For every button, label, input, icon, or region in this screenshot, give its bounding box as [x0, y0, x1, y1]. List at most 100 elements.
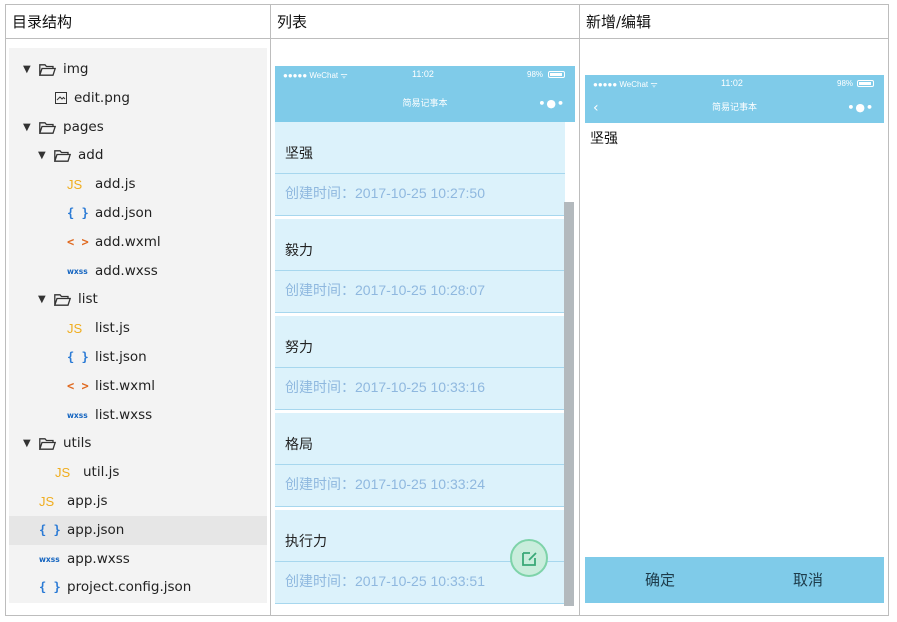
expand-arrow-icon[interactable]: ▼: [23, 429, 31, 458]
note-created-time: 创建时间：2017-10-25 10:33:51: [285, 573, 485, 589]
tree-item[interactable]: ▼ list: [9, 285, 267, 314]
nav-bar: 简易记事本 •●•: [275, 90, 575, 118]
tree-item[interactable]: { } app.json: [9, 515, 267, 545]
tree-item[interactable]: < > list.wxml: [9, 372, 267, 401]
folder-icon: [39, 438, 56, 451]
back-button[interactable]: ‹: [593, 94, 599, 122]
note-item-divider: [275, 464, 565, 465]
add-note-button[interactable]: [510, 539, 548, 577]
note-created-time: 创建时间：2017-10-25 10:28:07: [285, 282, 485, 298]
note-created-time: 创建时间：2017-10-25 10:33:16: [285, 379, 485, 395]
tree-item[interactable]: < > add.wxml: [9, 228, 267, 257]
more-menu-button[interactable]: •●•: [538, 90, 565, 118]
tree-item[interactable]: JS app.js: [9, 487, 267, 516]
tree-item[interactable]: ▼ img: [9, 55, 267, 84]
note-title: 格局: [285, 437, 313, 453]
expand-arrow-icon[interactable]: ▼: [23, 113, 31, 142]
note-created-time: 创建时间：2017-10-25 10:33:24: [285, 476, 485, 492]
clock: 11:02: [721, 78, 743, 88]
confirm-button[interactable]: 确定: [645, 557, 675, 603]
wxss-file-icon: wxss: [39, 554, 60, 564]
carrier-label: ●●●●● WeChat ᯤ: [283, 71, 348, 80]
tree-item-label: add.json: [95, 205, 153, 221]
note-item-divider: [275, 173, 565, 174]
tree-item[interactable]: { } add.json: [9, 199, 267, 228]
js-file-icon: JS: [67, 177, 83, 193]
file-tree: ▼ img edit.png ▼ pages ▼ add JS add.js { } add.jso…: [9, 48, 267, 603]
folder-icon: [54, 150, 71, 163]
tree-item[interactable]: wxss list.wxss: [9, 401, 267, 430]
tree-item-label: list.json: [95, 349, 147, 365]
tree-item[interactable]: edit.png: [9, 84, 267, 113]
tree-item-label: project.config.json: [67, 579, 192, 596]
tree-item-label: app.js: [67, 493, 108, 509]
battery-percent: 98%: [837, 79, 854, 88]
note-title: 执行力: [285, 534, 327, 550]
edit-page-phone: ●●●●● WeChat ᯤ 11:02 98% ‹ 简易记事本 •●•: [585, 75, 884, 605]
json-file-icon: { }: [39, 580, 61, 595]
note-item-divider: [275, 312, 565, 313]
tree-item-label: list: [78, 291, 98, 308]
note-created-time: 创建时间：2017-10-25 10:27:50: [285, 185, 485, 201]
json-file-icon: { }: [39, 522, 61, 537]
note-title: 努力: [285, 340, 313, 356]
note-item-divider: [275, 270, 565, 271]
cancel-button[interactable]: 取消: [793, 557, 823, 603]
folder-icon: [39, 121, 56, 134]
tree-item-label: add: [78, 147, 104, 164]
header-directory: 目录结构: [6, 5, 270, 39]
note-item-divider: [275, 506, 565, 507]
column-divider: [270, 5, 271, 615]
tree-item[interactable]: ▼ pages: [9, 113, 267, 142]
wxss-file-icon: wxss: [67, 266, 88, 276]
tree-item-label: app.json: [67, 521, 125, 538]
tree-item-label: add.js: [95, 176, 136, 193]
expand-arrow-icon[interactable]: ▼: [23, 55, 31, 84]
js-file-icon: JS: [39, 494, 55, 509]
tree-item[interactable]: wxss app.wxss: [9, 545, 267, 574]
tree-item[interactable]: ▼ utils: [9, 429, 267, 458]
note-item-divider: [275, 409, 565, 410]
wxml-file-icon: < >: [67, 234, 89, 249]
carrier-label: ●●●●● WeChat ᯤ: [593, 80, 658, 89]
tree-item-label: utils: [63, 435, 92, 452]
expand-arrow-icon[interactable]: ▼: [38, 141, 46, 170]
more-menu-button[interactable]: •●•: [847, 94, 874, 122]
note-title: 坚强: [285, 146, 313, 162]
nav-bar: ‹ 简易记事本 •●•: [585, 94, 884, 122]
tree-item[interactable]: JS add.js: [9, 170, 267, 199]
tree-item-label: list.wxml: [95, 377, 156, 394]
note-item-divider: [275, 603, 565, 604]
json-file-icon: { }: [67, 206, 89, 220]
tree-item[interactable]: { } project.config.json: [9, 573, 267, 602]
wxss-file-icon: wxss: [67, 410, 88, 420]
note-item-divider: [275, 367, 565, 368]
tree-item[interactable]: JS list.js: [9, 314, 267, 343]
tree-item[interactable]: { } list.json: [9, 343, 267, 372]
tree-item-label: edit.png: [74, 89, 130, 106]
js-file-icon: JS: [55, 465, 71, 481]
tree-item[interactable]: ▼ add: [9, 141, 267, 170]
battery-icon: [548, 71, 565, 78]
note-item-divider: [275, 215, 565, 216]
json-file-icon: { }: [67, 350, 89, 364]
battery-percent: 98%: [527, 70, 544, 79]
tree-item-label: pages: [63, 118, 104, 135]
tree-item-label: util.js: [83, 464, 120, 481]
tree-item-label: list.js: [95, 320, 130, 337]
page-title: 简易记事本: [402, 99, 448, 109]
tree-item[interactable]: wxss add.wxss: [9, 257, 267, 286]
header-list: 列表: [271, 5, 579, 39]
tree-item[interactable]: JS util.js: [9, 458, 267, 487]
js-file-icon: JS: [67, 321, 83, 337]
folder-icon: [54, 294, 71, 307]
note-content-input[interactable]: 坚强: [590, 128, 618, 148]
action-bar: 确定 取消: [585, 557, 884, 603]
tree-item-label: img: [63, 61, 89, 77]
tree-item-label: add.wxml: [95, 233, 161, 250]
scrollbar[interactable]: [564, 202, 574, 606]
page-title: 简易记事本: [711, 103, 757, 113]
expand-arrow-icon[interactable]: ▼: [38, 285, 46, 314]
tree-item-label: list.wxss: [95, 406, 153, 423]
tree-item-label: add.wxss: [95, 262, 158, 279]
